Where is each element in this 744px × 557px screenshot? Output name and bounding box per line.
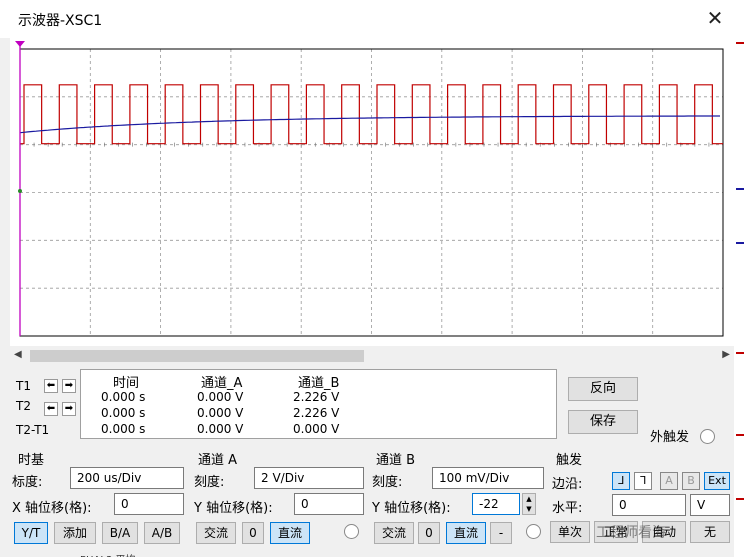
channel-a-dc-button[interactable]: 直流 [270, 522, 310, 544]
channel-b-ypos-label: Y 轴位移(格): [372, 501, 451, 516]
trigger-panel: 触发 边沿: ᒧ ᒣ A B Ext 水平: 0 V 单次 正常 自动 无 [548, 447, 734, 557]
edge-mark [736, 242, 744, 244]
cursor-controls: T1 ⬅ ➡ T2 ⬅ ➡ T2-T1 [14, 369, 82, 441]
falling-edge-icon[interactable]: ᒣ [634, 472, 652, 490]
window-title: 示波器-XSC1 [18, 13, 103, 29]
channel-a-ypos-label: Y 轴位移(格): [194, 501, 273, 516]
channel-b-header: 通道_B [298, 376, 340, 391]
timebase-scale-field[interactable]: 200 us/Div [70, 467, 184, 489]
channel-a-ypos-field[interactable]: 0 [294, 493, 364, 515]
cursor-t1-handle [15, 41, 25, 47]
t1-right-arrow-icon[interactable]: ➡ [62, 379, 76, 393]
channel-a-zero-button[interactable]: 0 [242, 522, 264, 544]
channel-b-ypos-spinner[interactable]: ▲ ▼ [522, 493, 536, 515]
cursor-t2-label: T2 [16, 399, 31, 413]
channel-b-panel: 通道 B 刻度: 100 mV/Div Y 轴位移(格): -22 ▲ ▼ 交流… [368, 447, 546, 557]
trigger-level-field[interactable]: 0 [612, 494, 686, 516]
t2-channel-b: 2.226 V [293, 406, 340, 420]
edge-mark [736, 352, 744, 354]
t2-time: 0.000 s [101, 406, 146, 420]
channel-b-radio[interactable] [526, 524, 541, 539]
channel-a-title: 通道 A [198, 453, 238, 468]
x-position-label: X 轴位移(格): [12, 501, 92, 516]
trigger-source-a-button[interactable]: A [660, 472, 678, 490]
mode-ab-button[interactable]: A/B [144, 522, 180, 544]
t1-channel-a: 0.000 V [197, 390, 244, 404]
scroll-thumb[interactable] [30, 350, 364, 362]
channel-b-title: 通道 B [376, 453, 416, 468]
trigger-normal-button[interactable]: 正常 [594, 521, 638, 543]
oscilloscope-window: 示波器-XSC1 ✕ ◀ ▶ T1 ⬅ ➡ T2 ⬅ ➡ T2-T1 时间 通道… [0, 0, 744, 557]
timebase-panel: 时基 标度: 200 us/Div X 轴位移(格): 0 Y/T 添加 B/A… [10, 447, 188, 557]
readout-section: T1 ⬅ ➡ T2 ⬅ ➡ T2-T1 时间 通道_A 通道_B 0.000 s… [10, 367, 734, 445]
scope-grid [19, 49, 724, 336]
t1-time: 0.000 s [101, 390, 146, 404]
background-window-text: PHAL3 平均 [80, 551, 280, 557]
trigger-none-button[interactable]: 无 [690, 521, 730, 543]
cursor-diff-label: T2-T1 [16, 423, 50, 437]
edge-mark [736, 498, 744, 500]
trigger-auto-button[interactable]: 自动 [642, 521, 686, 543]
trigger-source-b-button[interactable]: B [682, 472, 700, 490]
trigger-title: 触发 [556, 453, 583, 468]
channel-b-scale-label: 刻度: [372, 475, 403, 490]
channel-b-invert-button[interactable]: - [490, 522, 512, 544]
diff-channel-a: 0.000 V [197, 422, 244, 436]
t1-channel-b: 2.226 V [293, 390, 340, 404]
channel-a-radio[interactable] [344, 524, 359, 539]
rising-edge-icon[interactable]: ᒧ [612, 472, 630, 490]
edge-mark [736, 434, 744, 436]
scroll-right-icon[interactable]: ▶ [722, 349, 730, 360]
ext-trigger-radio[interactable] [700, 429, 715, 444]
close-icon[interactable]: ✕ [704, 7, 726, 29]
background-window-edge [734, 38, 744, 557]
t2-channel-a: 0.000 V [197, 406, 244, 420]
spin-up-icon[interactable]: ▲ [523, 494, 535, 504]
scroll-left-icon[interactable]: ◀ [14, 349, 22, 360]
t1-left-arrow-icon[interactable]: ⬅ [44, 379, 58, 393]
channel-a-panel: 通道 A 刻度: 2 V/Div Y 轴位移(格): 0 交流 0 直流 [190, 447, 368, 557]
trigger-level-label: 水平: [552, 501, 583, 516]
channel-b-ypos-field[interactable]: -22 [472, 493, 520, 515]
trigger-level-unit[interactable]: V [690, 494, 730, 516]
measurement-readout: 时间 通道_A 通道_B 0.000 s 0.000 V 2.226 V 0.0… [80, 369, 557, 439]
channel-b-ac-button[interactable]: 交流 [374, 522, 414, 544]
channel-a-header: 通道_A [201, 376, 243, 391]
trigger-source-ext-button[interactable]: Ext [704, 472, 730, 490]
diff-time: 0.000 s [101, 422, 146, 436]
reverse-button[interactable]: 反向 [568, 377, 638, 401]
scope-display [15, 41, 724, 337]
edge-mark [736, 188, 744, 190]
oscilloscope-screen[interactable] [10, 38, 734, 346]
time-header: 时间 [113, 376, 140, 391]
channel-b-dc-button[interactable]: 直流 [446, 522, 486, 544]
channel-a-scale-label: 刻度: [194, 475, 225, 490]
horizontal-scrollbar[interactable]: ◀ ▶ [10, 348, 734, 364]
channel-b-scale-field[interactable]: 100 mV/Div [432, 467, 544, 489]
title-bar: 示波器-XSC1 ✕ [0, 0, 744, 38]
spin-down-icon[interactable]: ▼ [523, 504, 535, 514]
timebase-scale-label: 标度: [12, 475, 43, 490]
save-button[interactable]: 保存 [568, 410, 638, 434]
channel-a-ac-button[interactable]: 交流 [196, 522, 236, 544]
t2-right-arrow-icon[interactable]: ➡ [62, 402, 76, 416]
mode-yt-button[interactable]: Y/T [14, 522, 48, 544]
ext-trigger-label: 外触发 [650, 430, 690, 445]
diff-channel-b: 0.000 V [293, 422, 340, 436]
mode-add-button[interactable]: 添加 [54, 522, 96, 544]
x-position-field[interactable]: 0 [114, 493, 184, 515]
mode-ba-button[interactable]: B/A [102, 522, 138, 544]
channel-b-trace [19, 115, 720, 134]
edge-mark [736, 42, 744, 44]
trigger-edge-label: 边沿: [552, 477, 583, 492]
cursor-t1-label: T1 [16, 379, 31, 393]
timebase-title: 时基 [18, 453, 45, 468]
trigger-level-marker [18, 189, 22, 193]
channel-a-scale-field[interactable]: 2 V/Div [254, 467, 364, 489]
trigger-single-button[interactable]: 单次 [550, 521, 590, 543]
t2-left-arrow-icon[interactable]: ⬅ [44, 402, 58, 416]
channel-b-zero-button[interactable]: 0 [418, 522, 440, 544]
